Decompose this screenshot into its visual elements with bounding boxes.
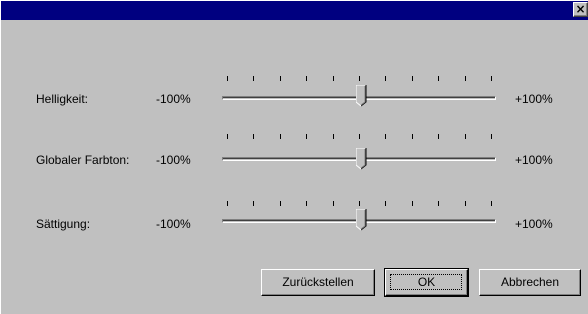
saturation-slider-thumb[interactable]: [355, 208, 367, 231]
hue-label: Globaler Farbton:: [36, 153, 130, 167]
slider-thumb-shape: [355, 208, 367, 231]
brightness-min-label: -100%: [156, 92, 191, 106]
tick-mark: [253, 134, 254, 139]
cancel-button-label: Abbrechen: [500, 275, 560, 289]
tick-mark: [465, 134, 466, 139]
tick-mark: [385, 201, 386, 206]
tick-mark: [491, 76, 492, 81]
tick-mark: [385, 76, 386, 81]
tick-mark: [227, 134, 228, 139]
brightness-slider-thumb[interactable]: [355, 84, 367, 107]
hue-max-label: +100%: [515, 153, 553, 167]
tick-mark: [227, 76, 228, 81]
brightness-label: Helligkeit:: [36, 92, 89, 106]
saturation-min-label: -100%: [156, 217, 191, 231]
tick-mark: [438, 134, 439, 139]
tick-mark: [465, 76, 466, 81]
color-adjust-dialog: × Helligkeit: -100% +100% Globaler Farbt…: [0, 0, 588, 314]
slider-thumb-shape: [355, 84, 367, 107]
tick-mark: [359, 76, 360, 81]
tick-mark: [438, 201, 439, 206]
brightness-max-label: +100%: [515, 92, 553, 106]
tick-mark: [465, 201, 466, 206]
tick-mark: [412, 76, 413, 81]
hue-slider-thumb[interactable]: [355, 147, 367, 170]
tick-mark: [333, 201, 334, 206]
reset-button[interactable]: Zurückstellen: [261, 269, 375, 296]
tick-mark: [306, 134, 307, 139]
tick-mark: [280, 76, 281, 81]
tick-mark: [412, 134, 413, 139]
tick-mark: [438, 76, 439, 81]
tick-mark: [253, 76, 254, 81]
tick-mark: [359, 201, 360, 206]
tick-mark: [253, 201, 254, 206]
tick-mark: [385, 134, 386, 139]
ok-button-label: OK: [417, 275, 436, 289]
close-icon: ×: [575, 2, 586, 16]
saturation-label: Sättigung:: [36, 217, 91, 231]
tick-mark: [280, 201, 281, 206]
close-button[interactable]: ×: [573, 2, 588, 17]
hue-min-label: -100%: [156, 153, 191, 167]
cancel-button[interactable]: Abbrechen: [479, 269, 581, 296]
reset-button-label: Zurückstellen: [282, 275, 354, 289]
tick-mark: [359, 134, 360, 139]
saturation-max-label: +100%: [515, 217, 553, 231]
tick-mark: [280, 134, 281, 139]
tick-mark: [306, 201, 307, 206]
slider-thumb-shape: [355, 147, 367, 170]
tick-mark: [227, 201, 228, 206]
tick-mark: [412, 201, 413, 206]
tick-mark: [491, 201, 492, 206]
tick-mark: [491, 134, 492, 139]
tick-mark: [333, 76, 334, 81]
tick-mark: [333, 134, 334, 139]
tick-mark: [306, 76, 307, 81]
ok-button[interactable]: OK: [384, 268, 469, 297]
title-bar: ×: [1, 1, 588, 20]
